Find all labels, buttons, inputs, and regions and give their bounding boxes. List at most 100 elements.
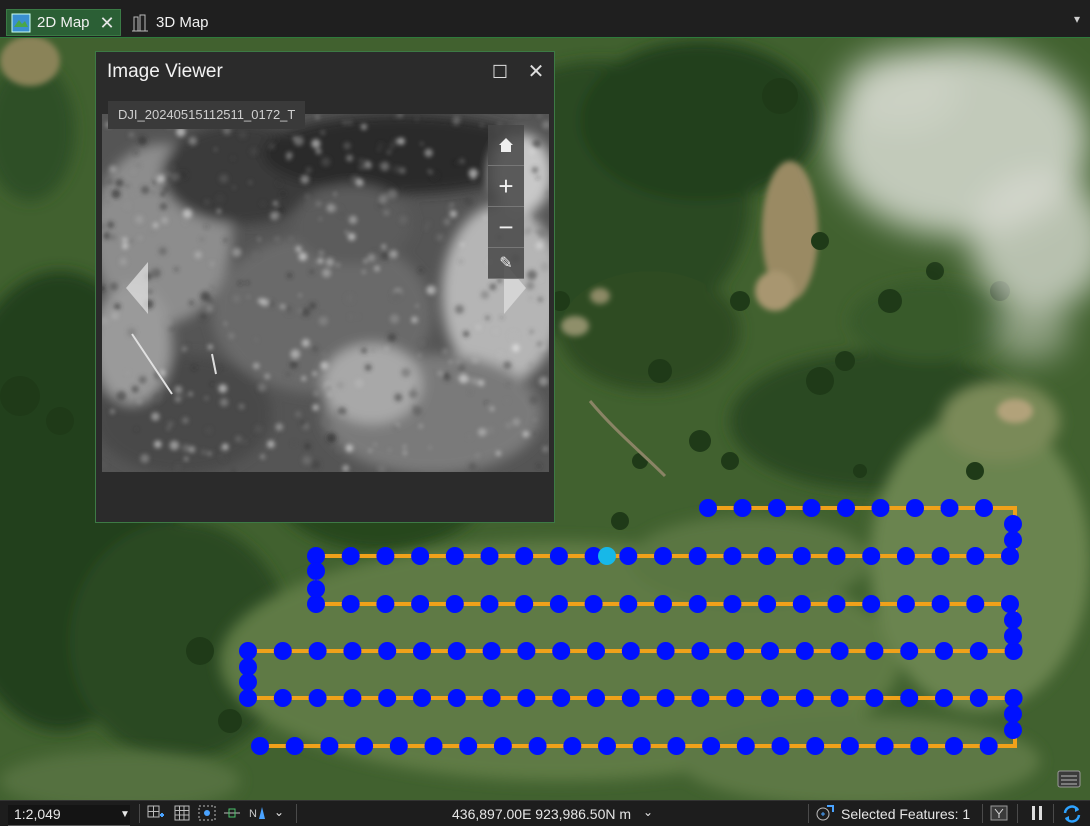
image-point[interactable] (656, 689, 675, 707)
image-point[interactable] (239, 642, 257, 660)
image-point[interactable] (896, 595, 915, 613)
image-point[interactable] (733, 499, 752, 517)
image-point[interactable] (552, 642, 571, 660)
image-point[interactable] (549, 547, 568, 565)
image-point[interactable] (343, 689, 362, 707)
image-point[interactable] (378, 642, 397, 660)
image-point[interactable] (691, 642, 710, 660)
close-tab-icon[interactable]: ✕ (100, 14, 115, 32)
image-point[interactable] (768, 499, 786, 517)
image-point[interactable] (688, 547, 707, 565)
image-point[interactable] (758, 595, 777, 613)
image-point[interactable] (656, 642, 675, 660)
home-icon[interactable] (488, 125, 524, 166)
image-point[interactable] (827, 547, 846, 565)
image-point[interactable] (480, 595, 499, 613)
image-point[interactable] (307, 562, 325, 580)
image-point[interactable] (667, 737, 686, 755)
refresh-icon[interactable] (1062, 805, 1082, 823)
image-point[interactable] (308, 642, 327, 660)
image-point[interactable] (411, 547, 430, 565)
image-point[interactable] (1004, 705, 1022, 723)
image-point[interactable] (587, 689, 605, 707)
image-point[interactable] (702, 737, 721, 755)
image-point[interactable] (320, 737, 339, 755)
image-point[interactable] (969, 689, 988, 707)
image-point[interactable] (966, 547, 985, 565)
image-point[interactable] (515, 547, 534, 565)
image-point[interactable] (862, 595, 881, 613)
image-point[interactable] (806, 737, 825, 755)
image-point[interactable] (480, 547, 499, 565)
image-point[interactable] (447, 642, 466, 660)
image-point[interactable] (1004, 515, 1022, 533)
image-point[interactable] (598, 737, 616, 755)
maximize-icon[interactable]: ☐ (488, 60, 512, 84)
image-point[interactable] (307, 580, 325, 598)
image-point[interactable] (758, 547, 777, 565)
image-point[interactable] (975, 499, 993, 517)
image-point[interactable] (969, 642, 988, 660)
image-point[interactable] (411, 595, 430, 613)
image-point[interactable] (871, 499, 890, 517)
image-point[interactable] (792, 595, 811, 613)
image-point[interactable] (654, 595, 672, 613)
image-point[interactable] (619, 547, 638, 565)
image-point[interactable] (1004, 627, 1022, 645)
image-point[interactable] (355, 737, 374, 755)
image-point[interactable] (691, 689, 710, 707)
image-point[interactable] (341, 595, 360, 613)
image-point[interactable] (802, 499, 821, 517)
zoom-out-icon[interactable]: − (488, 207, 524, 248)
image-point[interactable] (795, 689, 814, 707)
image-point[interactable] (584, 595, 603, 613)
image-point[interactable] (445, 547, 464, 565)
image-point[interactable] (587, 642, 605, 660)
close-icon[interactable]: ✕ (524, 60, 548, 84)
image-point[interactable] (837, 499, 855, 517)
image-point[interactable] (931, 547, 950, 565)
image-point[interactable] (273, 689, 292, 707)
image-point[interactable] (931, 595, 950, 613)
coordinate-format-chevron-icon[interactable]: ⌄ (643, 805, 653, 819)
image-point[interactable] (273, 642, 292, 660)
image-point[interactable] (482, 642, 501, 660)
image-point[interactable] (900, 642, 919, 660)
image-point[interactable] (761, 642, 779, 660)
image-point[interactable] (1004, 721, 1022, 739)
image-point[interactable] (1001, 547, 1019, 565)
image-point[interactable] (792, 547, 811, 565)
zoom-in-icon[interactable]: + (488, 166, 524, 207)
image-point[interactable] (865, 642, 884, 660)
image-point[interactable] (966, 595, 985, 613)
image-point[interactable] (239, 673, 257, 691)
image-point[interactable] (285, 737, 304, 755)
selected-features-indicator[interactable]: Selected Features: 1 (815, 804, 970, 824)
image-point[interactable] (413, 689, 431, 707)
image-point[interactable] (654, 547, 672, 565)
image-point[interactable] (552, 689, 571, 707)
image-point[interactable] (549, 595, 568, 613)
image-point[interactable] (830, 689, 849, 707)
image-point[interactable] (424, 737, 443, 755)
image-viewer-panel[interactable]: Image Viewer ☐ ✕ DJI_20240515112511_0172… (95, 51, 555, 523)
image-point[interactable] (482, 689, 501, 707)
image-point[interactable] (771, 737, 790, 755)
tab-2d-map[interactable]: 2D Map ✕ (6, 9, 121, 36)
pan-tool-icon[interactable]: ✎ (488, 248, 524, 279)
image-point[interactable] (723, 595, 742, 613)
image-point[interactable] (389, 737, 408, 755)
constraints-icon[interactable] (223, 805, 241, 821)
grid-icon[interactable] (173, 805, 191, 821)
add-grid-icon[interactable] (147, 805, 165, 821)
image-point[interactable] (979, 737, 998, 755)
snapping-icon[interactable] (198, 805, 216, 821)
image-point[interactable] (726, 689, 745, 707)
image-point[interactable] (935, 689, 953, 707)
image-point[interactable] (830, 642, 849, 660)
image-point[interactable] (862, 547, 881, 565)
image-point[interactable] (528, 737, 547, 755)
image-point[interactable] (865, 689, 884, 707)
filter-icon[interactable] (990, 805, 1008, 821)
pause-drawing-icon[interactable] (1028, 805, 1046, 821)
